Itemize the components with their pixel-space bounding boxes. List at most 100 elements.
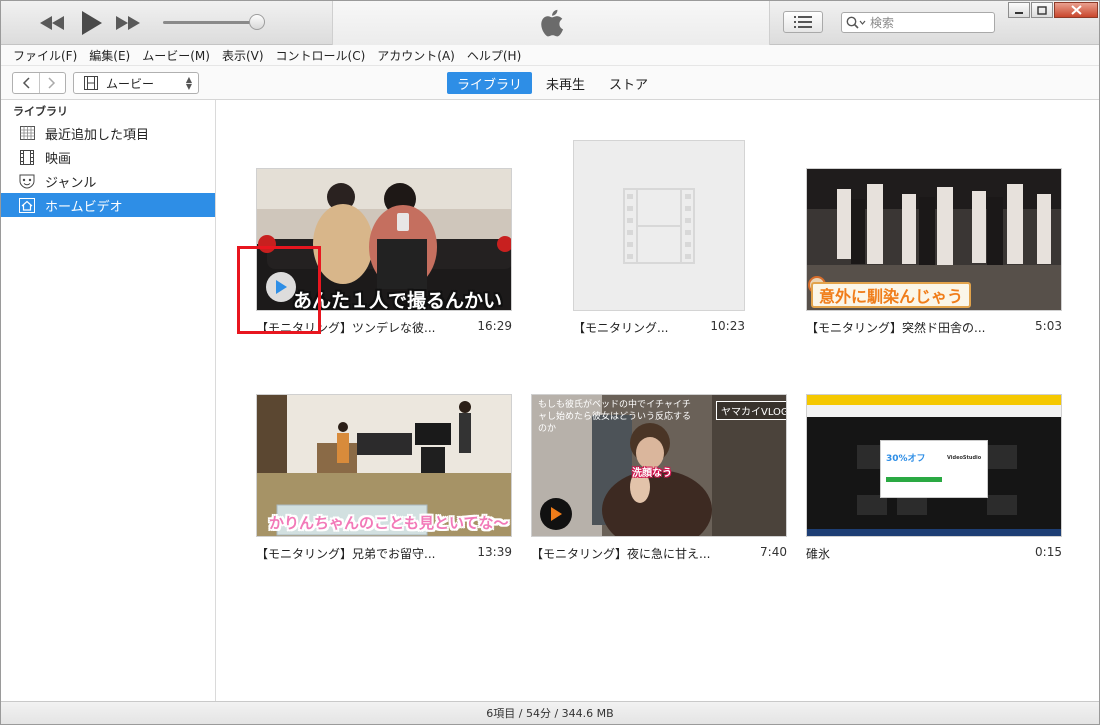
video-card[interactable]: 【モニタリング... 10:23: [573, 140, 745, 338]
video-card[interactable]: 30%オフ VideoStudio 碓氷 0:15: [806, 394, 1062, 564]
volume-slider-knob[interactable]: [249, 14, 265, 30]
highlight-box: [237, 246, 321, 334]
menu-edit[interactable]: 編集(E): [83, 47, 136, 64]
navigation-bar: ムービー ▲ ▼ ライブラリ 未再生 ストア: [1, 66, 1099, 100]
play-icon: [82, 11, 102, 35]
back-button[interactable]: [13, 73, 40, 93]
tab-library[interactable]: ライブラリ: [447, 72, 533, 94]
home-icon: [19, 197, 35, 213]
sidebar-item-label: ジャンル: [45, 175, 97, 191]
sidebar-item-recently-added[interactable]: 最近追加した項目: [1, 121, 215, 145]
video-meta: 碓氷 0:15: [806, 545, 1062, 562]
video-meta: 【モニタリング】突然ド田舎の... 5:03: [806, 319, 1062, 336]
close-button[interactable]: [1054, 2, 1098, 18]
fast-forward-icon: [116, 16, 140, 30]
menu-controls[interactable]: コントロール(C): [270, 47, 372, 64]
minimize-button[interactable]: [1008, 2, 1030, 18]
rewind-icon: [40, 16, 64, 30]
menu-movie[interactable]: ムービー(M): [136, 47, 216, 64]
thumbnail-caption: 洗顔なう: [632, 468, 672, 479]
sidebar-item-genres[interactable]: ジャンル: [1, 169, 215, 193]
video-thumbnail[interactable]: [573, 140, 745, 311]
video-title: 【モニタリング...: [573, 321, 669, 335]
chevron-right-icon: [48, 77, 56, 89]
sidebar-heading: ライブラリ: [13, 105, 68, 118]
close-icon: [1070, 5, 1082, 15]
sidebar-item-movies[interactable]: 映画: [1, 145, 215, 169]
menu-account[interactable]: アカウント(A): [371, 47, 461, 64]
video-duration: 10:23: [710, 319, 745, 333]
maximize-icon: [1037, 5, 1047, 15]
history-nav: [12, 72, 66, 94]
media-type-label: ムービー: [106, 76, 155, 91]
tab-store[interactable]: ストア: [599, 72, 658, 94]
tab-unwatched[interactable]: 未再生: [536, 72, 595, 94]
up-next-list-button[interactable]: [783, 11, 823, 33]
rewind-button[interactable]: [39, 13, 65, 33]
library-tabs: ライブラリ 未再生 ストア: [447, 72, 658, 94]
volume-slider[interactable]: [163, 21, 259, 24]
sidebar-item-label: ホームビデオ: [45, 199, 123, 215]
thumbnail-caption: あんた１人で撮るんかい: [293, 290, 503, 311]
film-icon: [19, 149, 35, 165]
popup-button: [886, 477, 942, 482]
grid-icon: [19, 125, 35, 141]
search-icon: [846, 16, 866, 29]
play-icon: [551, 507, 562, 521]
video-card[interactable]: かりんちゃんのことも見といてな〜 【モニタリング】兄弟でお留守... 13:39: [256, 394, 512, 564]
video-title: 【モニタリング】突然ド田舎の...: [806, 321, 986, 335]
video-grid: あんた１人で撮るんかい 【モニタリング】ツンデレな彼... 16:29 【モニタ…: [217, 100, 1099, 701]
video-thumbnail[interactable]: 意外に馴染んじゃう: [806, 168, 1062, 311]
forward-button[interactable]: [40, 73, 66, 93]
popup-brand: VideoStudio: [947, 455, 982, 461]
search-input[interactable]: [870, 15, 980, 30]
thumbnail-overlay-text: もしも彼氏がベッドの中でイチャイチャし始めたら彼女はどういう反応するのか: [538, 400, 692, 434]
chevron-left-icon: [22, 77, 30, 89]
list-icon: [794, 16, 812, 28]
video-thumbnail[interactable]: かりんちゃんのことも見といてな〜: [256, 394, 512, 537]
library-summary: 6項目 / 54分 / 344.6 MB: [486, 707, 614, 720]
menu-help[interactable]: ヘルプ(H): [461, 47, 527, 64]
sidebar-item-label: 映画: [45, 151, 72, 167]
search-box[interactable]: [841, 12, 995, 33]
film-placeholder-icon: [623, 187, 695, 264]
video-duration: 13:39: [477, 545, 512, 559]
channel-badge: ヤマカイVLOG: [716, 401, 786, 420]
film-icon: [84, 76, 98, 90]
video-duration: 7:40: [760, 545, 787, 559]
minimize-icon: [1015, 12, 1023, 14]
video-card[interactable]: 意外に馴染んじゃう 【モニタリング】突然ド田舎の... 5:03: [806, 168, 1062, 338]
video-meta: 【モニタリング】夜に急に甘え... 7:40: [531, 545, 787, 562]
sidebar-item-label: 最近追加した項目: [45, 127, 150, 143]
video-card[interactable]: もしも彼氏がベッドの中でイチャイチャし始めたら彼女はどういう反応するのか ヤマカ…: [531, 394, 787, 564]
video-duration: 5:03: [1035, 319, 1062, 333]
thumbnail-caption: かりんちゃんのことも見といてな〜: [269, 514, 509, 532]
masks-icon: [19, 173, 35, 189]
thumbnail-caption: 意外に馴染んじゃう: [811, 282, 972, 308]
fast-forward-button[interactable]: [115, 13, 141, 33]
video-title: 【モニタリング】夜に急に甘え...: [531, 547, 711, 561]
popup-heading: 30%オフ: [886, 454, 926, 464]
play-overlay-button[interactable]: [540, 498, 572, 530]
video-duration: 16:29: [477, 319, 512, 333]
thumbnail-popup: 30%オフ VideoStudio: [880, 440, 988, 498]
menu-bar: ファイル(F) 編集(E) ムービー(M) 表示(V) コントロール(C) アカ…: [1, 45, 1099, 66]
play-button[interactable]: [79, 9, 105, 37]
player-toolbar: [1, 1, 1099, 45]
video-thumbnail[interactable]: もしも彼氏がベッドの中でイチャイチャし始めたら彼女はどういう反応するのか ヤマカ…: [531, 394, 787, 537]
video-duration: 0:15: [1035, 545, 1062, 559]
menu-view[interactable]: 表示(V): [216, 47, 270, 64]
menu-file[interactable]: ファイル(F): [7, 47, 83, 64]
video-meta: 【モニタリング... 10:23: [573, 319, 745, 336]
status-display: [332, 1, 770, 45]
video-thumbnail[interactable]: 30%オフ VideoStudio: [806, 394, 1062, 537]
itunes-window: ファイル(F) 編集(E) ムービー(M) 表示(V) コントロール(C) アカ…: [0, 0, 1100, 725]
media-type-select[interactable]: ムービー ▲ ▼: [73, 72, 199, 94]
status-bar: 6項目 / 54分 / 344.6 MB: [1, 701, 1099, 724]
sidebar-item-home-videos[interactable]: ホームビデオ: [1, 193, 215, 217]
apple-logo-icon: [541, 9, 563, 37]
sidebar: ライブラリ 最近追加した項目 映画 ジャンル ホームビデオ: [1, 100, 216, 701]
video-title: 【モニタリング】兄弟でお留守...: [256, 547, 436, 561]
maximize-button[interactable]: [1031, 2, 1053, 18]
video-title: 碓氷: [806, 547, 831, 561]
